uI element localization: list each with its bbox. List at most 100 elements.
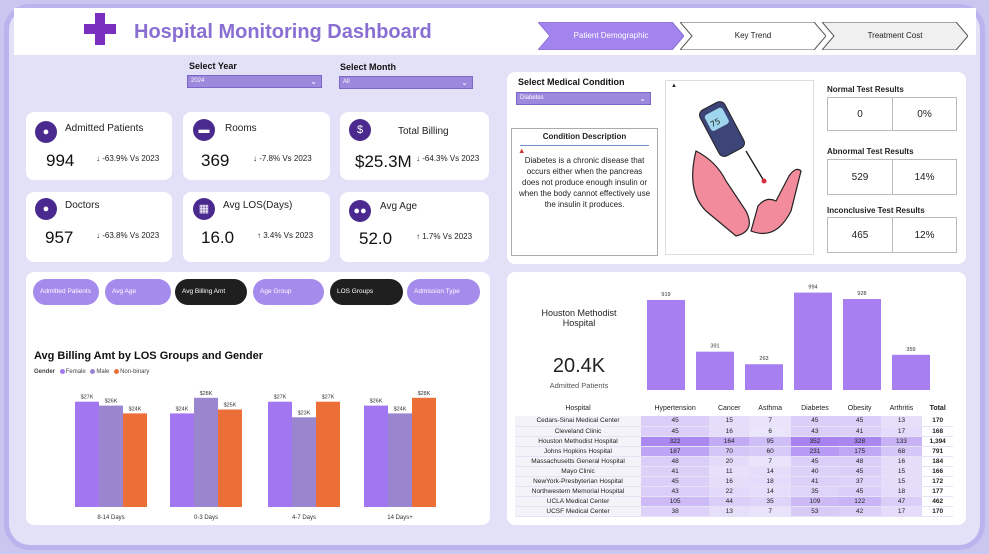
table-row[interactable]: UCSF Medical Center 38 13 7 53 42 17 170 — [515, 506, 953, 517]
tab-patient-demographic[interactable]: Patient Demographic — [538, 22, 684, 50]
table-cell: Mayo Clinic — [515, 466, 641, 477]
billing-bar[interactable] — [218, 409, 242, 508]
table-cell: 42 — [838, 506, 881, 517]
kpi-card-admitted: ● Admitted Patients 994 ↓ -63.9% Vs 2023 — [26, 112, 172, 180]
table-cell: 60 — [749, 446, 792, 457]
inconclusive-count: 465 — [827, 217, 893, 253]
condition-bar[interactable] — [843, 299, 881, 390]
year-slicer-label: Select Year — [189, 61, 237, 71]
table-cell: Northwestern Memorial Hospital — [515, 486, 641, 497]
btn-avg-age[interactable]: Avg Age — [105, 279, 171, 305]
column-header[interactable]: Total — [922, 400, 953, 416]
table-cell: 15 — [880, 466, 923, 477]
table-cell: Johns Hopkins Hospital — [515, 446, 641, 457]
kpi-card-age: ●● Avg Age 52.0 ↑ 1.7% Vs 2023 — [340, 192, 489, 262]
billing-bar[interactable] — [316, 401, 340, 507]
billing-chart-title: Avg Billing Amt by LOS Groups and Gender — [34, 350, 263, 362]
column-header[interactable]: Asthma — [749, 400, 791, 416]
condition-data-label: 928 — [857, 291, 866, 297]
condition-bar[interactable] — [745, 364, 783, 390]
btn-los-groups[interactable]: LOS Groups — [330, 279, 403, 305]
table-cell: 48 — [641, 456, 710, 467]
billing-bar[interactable] — [75, 401, 99, 507]
table-cell: 352 — [791, 436, 839, 447]
billing-tick-label: 8-14 Days — [97, 515, 124, 521]
btn-age-group[interactable]: Age Group — [253, 279, 324, 305]
table-cell: 37 — [838, 476, 881, 487]
tab-key-trend[interactable]: Key Trend — [680, 22, 826, 50]
table-cell: 95 — [749, 436, 792, 447]
column-header[interactable]: Cancer — [709, 400, 749, 416]
table-cell: 105 — [641, 496, 710, 507]
billing-bar[interactable] — [364, 405, 388, 507]
table-cell: 122 — [838, 496, 881, 507]
caret-up-icon: ▲ — [671, 83, 677, 89]
column-header[interactable]: Obesity — [839, 400, 881, 416]
table-cell: 47 — [880, 496, 923, 507]
billing-data-label: $24K — [176, 406, 189, 412]
year-dropdown[interactable]: 2024 ⌄ — [187, 75, 322, 88]
billing-bar[interactable] — [170, 413, 194, 507]
table-cell: UCSF Medical Center — [515, 506, 641, 517]
table-cell: 45 — [838, 416, 881, 427]
table-cell: 187 — [641, 446, 710, 457]
table-cell: 170 — [922, 416, 953, 427]
column-header[interactable]: Arthritis — [881, 400, 923, 416]
month-slicer-label: Select Month — [340, 62, 397, 72]
btn-admitted-patients[interactable]: Admitted Patients — [33, 279, 99, 305]
billing-bar[interactable] — [123, 413, 147, 507]
table-row[interactable]: Northwestern Memorial Hospital 43 22 14 35 45… — [515, 486, 953, 497]
billing-bar[interactable] — [292, 417, 316, 507]
table-row[interactable]: Cleveland Clinic 45 16 6 43 41 17 168 — [515, 426, 953, 437]
billing-bar[interactable] — [388, 413, 412, 507]
condition-bar[interactable] — [647, 299, 685, 390]
table-cell: 45 — [641, 416, 710, 427]
tab-treatment-cost[interactable]: Treatment Cost — [822, 22, 968, 50]
btn-avg-billing[interactable]: Avg Billing Amt — [175, 279, 247, 305]
month-dropdown[interactable]: All ⌄ — [339, 76, 473, 89]
table-cell: 231 — [791, 446, 839, 457]
table-row[interactable]: Massachusetts General Hospital 48 20 7 45 48 1… — [515, 456, 953, 467]
table-cell: 7 — [749, 506, 792, 517]
table-cell: 13 — [880, 416, 923, 427]
condition-data-label: 391 — [710, 344, 719, 350]
condition-bar[interactable] — [892, 354, 930, 390]
kpi-card-billing: $ Total Billing $25.3M ↓ -64.3% Vs 2023 — [340, 112, 489, 180]
table-row[interactable]: UCLA Medical Center 105 44 35 109 122 47 462 — [515, 496, 953, 507]
column-header[interactable]: Hospital — [515, 400, 641, 416]
normal-pct: 0% — [892, 97, 957, 131]
billing-bar[interactable] — [268, 401, 292, 507]
calendar-icon: ▦ — [193, 198, 215, 220]
table-row[interactable]: Cedars-Sinai Medical Center 45 15 7 45 45 13 17… — [515, 416, 953, 427]
kpi-card-doctors: ● Doctors 957 ↓ -63.8% Vs 2023 — [26, 192, 172, 262]
column-header[interactable]: Diabetes — [791, 400, 839, 416]
table-cell: 22 — [709, 486, 750, 497]
billing-data-label: $26K — [105, 399, 118, 405]
billing-bar[interactable] — [99, 405, 123, 507]
table-row[interactable]: Mayo Clinic 41 11 14 40 45 15 166 — [515, 466, 953, 477]
table-cell: 53 — [791, 506, 839, 517]
table-cell: 45 — [791, 416, 839, 427]
condition-data-label: 263 — [759, 356, 768, 362]
table-cell: 44 — [709, 496, 750, 507]
condition-description-box[interactable]: Condition Description ▲ Diabetes is a ch… — [511, 128, 658, 256]
table-cell: 40 — [791, 466, 839, 477]
table-row[interactable]: NewYork-Presbyterian Hospital 45 16 18 41 37 1… — [515, 476, 953, 487]
billing-bar[interactable] — [412, 397, 436, 507]
bed-icon: ▬ — [193, 119, 215, 141]
table-row[interactable]: Houston Methodist Hospital 322 164 95 352 328… — [515, 436, 953, 447]
table-cell: 109 — [791, 496, 839, 507]
billing-bar[interactable] — [194, 397, 218, 507]
column-header[interactable]: Hypertension — [641, 400, 709, 416]
condition-hospital-panel: Houston Methodist Hospital 20.4K Admitte… — [507, 272, 966, 525]
condition-bar-chart: 919 391 263 994 928 359 — [647, 285, 930, 390]
table-row[interactable]: Johns Hopkins Hospital 187 70 60 231 175 68 791 — [515, 446, 953, 457]
billing-tick-label: 14 Days+ — [387, 515, 413, 521]
table-cell: 168 — [922, 426, 953, 437]
condition-bar[interactable] — [696, 351, 734, 390]
condition-bar[interactable] — [794, 292, 832, 390]
table-cell: 68 — [880, 446, 923, 457]
condition-dropdown[interactable]: Diabetes ⌄ — [516, 92, 651, 105]
btn-admission-type[interactable]: Admission Type — [407, 279, 480, 305]
table-cell: 170 — [922, 506, 953, 517]
